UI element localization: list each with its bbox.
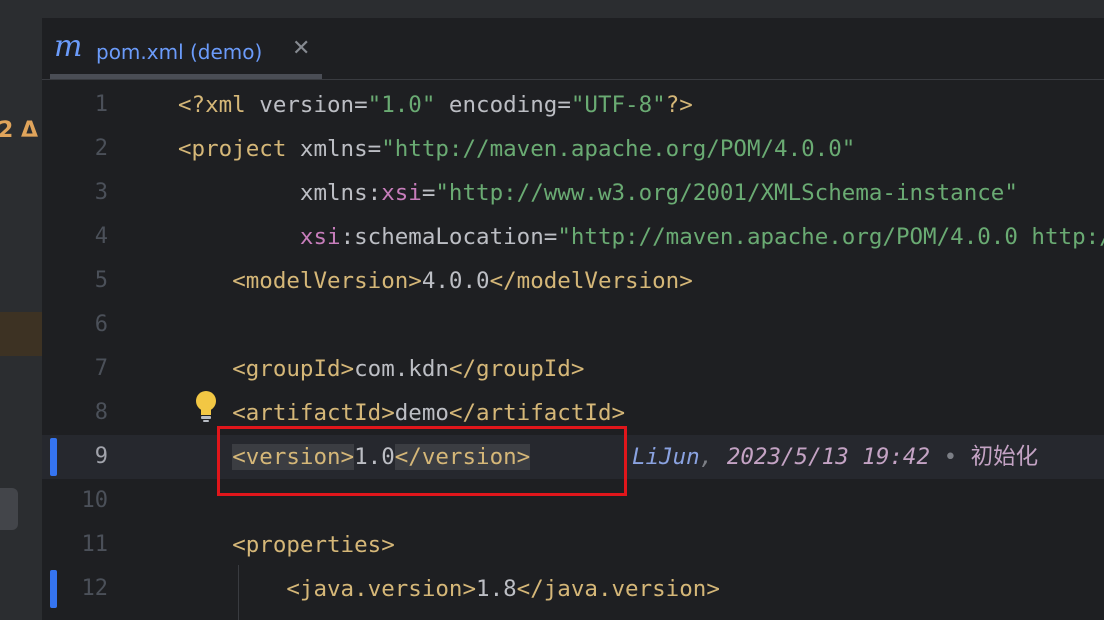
blame-separator: ,	[699, 444, 727, 470]
line-number[interactable]: 2	[52, 127, 108, 171]
vcs-change-marker[interactable]	[50, 438, 57, 476]
line-number[interactable]: 3	[52, 171, 108, 215]
selected-change-row[interactable]	[0, 312, 42, 356]
attr-eq: =	[543, 224, 558, 250]
tag-close: </artifactId>	[448, 400, 626, 426]
editor-tab-bar: m pom.xml (demo) ✕	[42, 18, 1104, 80]
code-line-2[interactable]: <project xmlns="http://maven.apache.org/…	[178, 127, 855, 171]
title-bar	[0, 0, 1104, 18]
code-line-8[interactable]: <artifactId>demo</artifactId>	[178, 391, 625, 435]
tag-close: </modelVersion>	[489, 268, 693, 294]
line-number[interactable]: 11	[52, 523, 109, 567]
attr-value: "http://maven.apache.org/POM/4.0.0 http:…	[557, 224, 1104, 250]
tag-open: <artifactId>	[232, 400, 395, 426]
tag-open-matched: <version>	[232, 444, 355, 470]
attr-colon: :	[340, 224, 355, 250]
xml-declaration-open: <?xml	[178, 92, 246, 118]
blame-author: LiJun	[632, 444, 700, 470]
tag-close: </java.version>	[516, 576, 720, 602]
attr-eq: =	[367, 136, 382, 162]
code-editor[interactable]: 1 2 3 4 5 6 7 8 9 10 11 12 <?xml version…	[42, 81, 1104, 620]
changes-count-badge[interactable]: 2 Δ	[0, 118, 38, 143]
tag-open: <project	[178, 136, 287, 162]
code-line-7[interactable]: <groupId>com.kdn</groupId>	[178, 347, 584, 391]
attr-colon: :	[367, 180, 382, 206]
attr-name: schemaLocation	[354, 224, 544, 250]
tag-text: demo	[394, 400, 449, 426]
xml-declaration-close: ?>	[665, 92, 693, 118]
attr-eq: =	[421, 180, 436, 206]
attr-eq: =	[557, 92, 571, 118]
attr-name: xmlns	[299, 180, 368, 206]
tab-pom-xml[interactable]: m pom.xml (demo) ✕	[50, 18, 322, 80]
left-tool-panel: 2 Δ	[0, 18, 42, 620]
tag-text: 1.8	[476, 576, 517, 602]
namespace-prefix: xsi	[381, 180, 422, 206]
close-icon[interactable]: ✕	[292, 34, 310, 64]
tab-label: pom.xml (demo)	[96, 40, 263, 64]
maven-file-icon: m	[54, 29, 83, 64]
active-tab-indicator	[50, 74, 322, 79]
code-line-9[interactable]: <version>1.0</version>	[178, 435, 531, 479]
code-line-4[interactable]: xsi:schemaLocation="http://maven.apache.…	[178, 215, 1104, 259]
blame-commit-message: 初始化	[970, 444, 1039, 470]
attr-name: encoding	[435, 92, 558, 118]
attr-value: "1.0"	[367, 92, 436, 118]
line-number[interactable]: 10	[52, 479, 109, 523]
vcs-change-marker[interactable]	[50, 570, 57, 608]
git-blame-annotation[interactable]: LiJun, 2023/5/13 19:42 • 初始化	[632, 435, 1038, 479]
namespace-prefix: xsi	[299, 224, 341, 250]
blame-separator: •	[930, 444, 971, 470]
line-number[interactable]: 4	[52, 215, 108, 259]
line-number[interactable]: 12	[52, 567, 109, 611]
attr-eq: =	[354, 92, 368, 118]
tag-open: <modelVersion>	[232, 268, 422, 294]
line-number[interactable]: 8	[52, 391, 108, 435]
code-line-12[interactable]: <java.version>1.8</java.version>	[178, 567, 720, 611]
line-number[interactable]: 7	[52, 347, 108, 391]
blame-date: 2023/5/13 19:42	[726, 444, 931, 470]
attr-name: xmlns	[286, 136, 368, 162]
tag-open: <properties>	[232, 532, 395, 558]
panel-scroll-chip[interactable]	[0, 488, 18, 530]
line-number[interactable]: 6	[52, 303, 108, 347]
line-number-current[interactable]: 9	[52, 435, 108, 479]
tag-text: 1.0	[354, 444, 395, 470]
code-line-5[interactable]: <modelVersion>4.0.0</modelVersion>	[178, 259, 693, 303]
attr-value: "http://maven.apache.org/POM/4.0.0"	[381, 136, 856, 162]
attr-value: "UTF-8"	[570, 92, 666, 118]
line-number[interactable]: 1	[52, 83, 108, 127]
code-line-11[interactable]: <properties>	[178, 523, 395, 567]
tag-text: 4.0.0	[421, 268, 490, 294]
code-line-3[interactable]: xmlns:xsi="http://www.w3.org/2001/XMLSch…	[178, 171, 1018, 215]
line-number[interactable]: 5	[52, 259, 108, 303]
tag-open: <java.version>	[286, 576, 477, 602]
attr-value: "http://www.w3.org/2001/XMLSchema-instan…	[435, 180, 1018, 206]
attr-name: version	[245, 92, 355, 118]
code-line-1[interactable]: <?xml version="1.0" encoding="UTF-8"?>	[178, 83, 693, 127]
tag-text: com.kdn	[354, 356, 449, 382]
tag-close: </groupId>	[448, 356, 585, 382]
tag-close-matched: </version>	[394, 444, 531, 470]
tag-open: <groupId>	[232, 356, 355, 382]
